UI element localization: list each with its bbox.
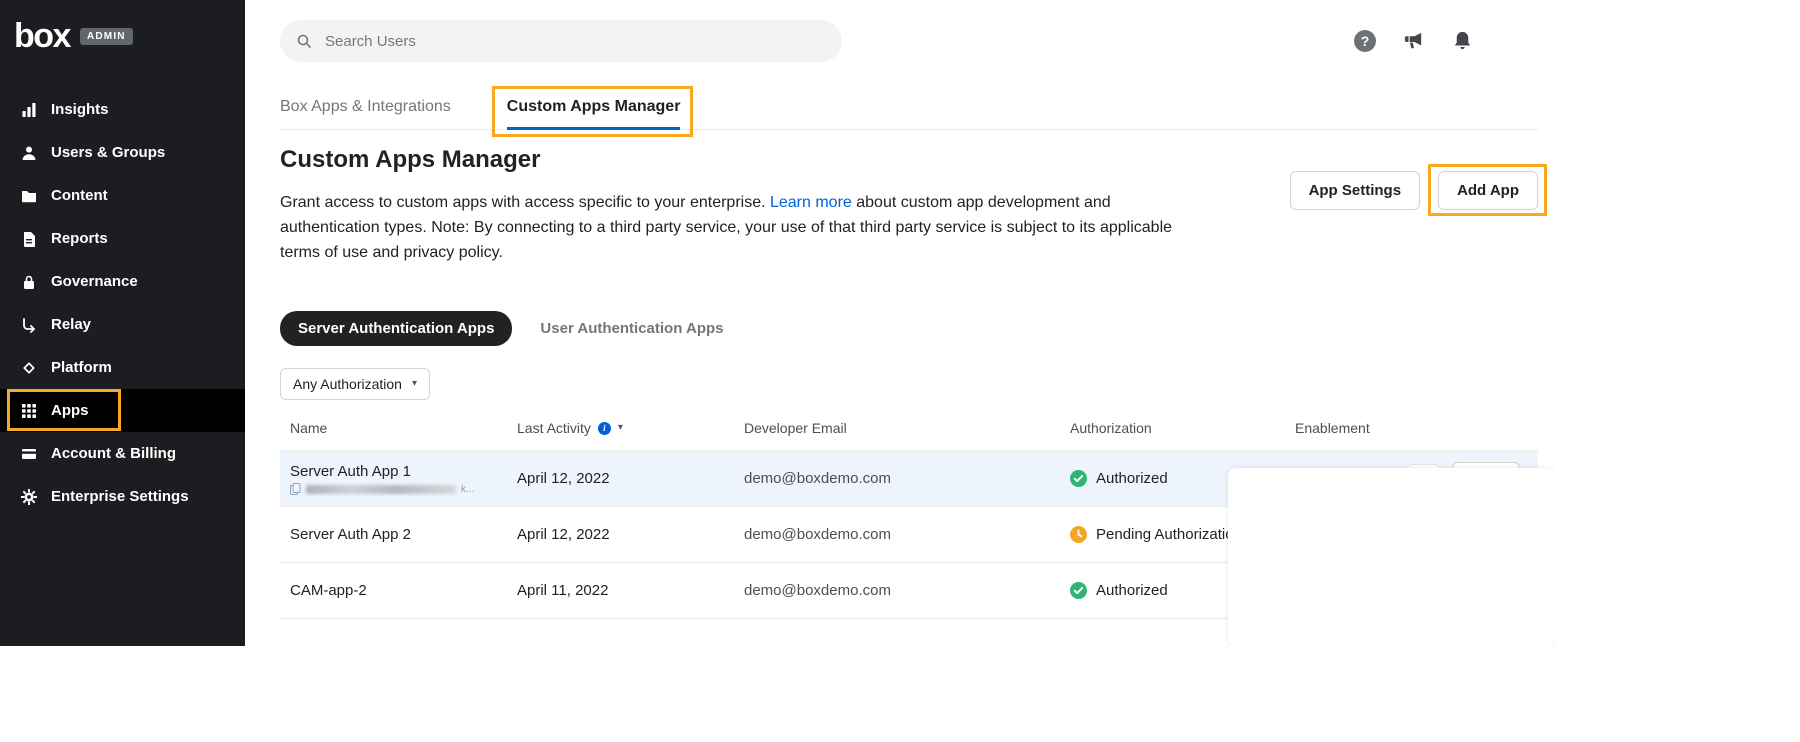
- authorization-label: Pending Authorization: [1096, 526, 1242, 543]
- app-name: Server Auth App 1: [290, 463, 507, 480]
- sidebar-item-platform[interactable]: Platform: [0, 346, 245, 389]
- logo-row: box ADMIN: [0, 0, 245, 68]
- bar-chart-icon: [20, 101, 37, 118]
- report-document-icon: [20, 230, 37, 247]
- sidebar-item-users-groups[interactable]: Users & Groups: [0, 131, 245, 174]
- sidebar-item-label: Content: [51, 187, 108, 204]
- search-input[interactable]: [323, 32, 826, 51]
- last-activity-cell: April 12, 2022: [507, 470, 734, 487]
- chevron-down-icon: ▾: [412, 379, 417, 389]
- last-activity-cell: April 12, 2022: [507, 526, 734, 543]
- platform-diamond-icon: [20, 359, 37, 376]
- description-text: Grant access to custom apps with access …: [280, 194, 770, 211]
- table-header-row: Name Last Activity i ▾ Developer Email A…: [280, 420, 1538, 451]
- sidebar-nav: Insights Users & Groups Content Reports: [0, 88, 245, 518]
- topbar-icons: ?: [1354, 30, 1474, 53]
- page-header: Custom Apps Manager Grant access to cust…: [280, 146, 1538, 281]
- sidebar-item-label: Enterprise Settings: [51, 488, 189, 505]
- help-icon[interactable]: ?: [1354, 30, 1376, 52]
- info-icon[interactable]: i: [598, 422, 611, 435]
- tab-label: Box Apps & Integrations: [280, 98, 451, 115]
- authorized-check-icon: [1070, 470, 1087, 487]
- sidebar-item-label: Apps: [51, 402, 89, 419]
- page-actions: App Settings Add App: [1290, 171, 1538, 281]
- column-header-name: Name: [280, 420, 507, 436]
- column-header-enablement: Enablement: [1285, 420, 1538, 436]
- redacted-client-id-tail: k...: [461, 484, 474, 495]
- app-name: CAM-app-2: [290, 582, 507, 599]
- search-icon: [296, 33, 312, 49]
- learn-more-link[interactable]: Learn more: [770, 194, 852, 211]
- gear-icon: [20, 488, 37, 505]
- sidebar-item-account-billing[interactable]: Account & Billing: [0, 432, 245, 475]
- topbar: ?: [280, 20, 1538, 62]
- app-name-cell: Server Auth App 1 k...: [280, 463, 507, 495]
- app-window: box ADMIN Insights Users & Groups C: [0, 0, 1554, 646]
- folder-icon: [20, 187, 37, 204]
- column-header-developer-email: Developer Email: [734, 420, 1060, 436]
- column-header-last-activity[interactable]: Last Activity i ▾: [507, 420, 734, 436]
- developer-email-cell: demo@boxdemo.com: [734, 526, 1060, 543]
- sidebar-item-content[interactable]: Content: [0, 174, 245, 217]
- authorization-label: Authorized: [1096, 470, 1168, 487]
- add-app-button[interactable]: Add App: [1438, 171, 1538, 210]
- sidebar-item-relay[interactable]: Relay: [0, 303, 245, 346]
- sidebar: box ADMIN Insights Users & Groups C: [0, 0, 245, 646]
- sidebar-item-label: Account & Billing: [51, 445, 176, 462]
- announcements-megaphone-icon[interactable]: [1402, 30, 1425, 53]
- box-logo: box: [14, 18, 70, 54]
- lock-icon: [20, 273, 37, 290]
- column-header-authorization: Authorization: [1060, 420, 1285, 436]
- authorization-filter-dropdown[interactable]: Any Authorization ▾: [280, 368, 430, 400]
- tab-server-authentication-apps[interactable]: Server Authentication Apps: [280, 311, 512, 346]
- admin-badge: ADMIN: [80, 28, 133, 45]
- app-name-cell: CAM-app-2: [280, 582, 507, 599]
- developer-email-cell: demo@boxdemo.com: [734, 582, 1060, 599]
- sidebar-item-label: Reports: [51, 230, 108, 247]
- white-redaction-overlay: [1228, 468, 1554, 646]
- client-id-redacted: k...: [290, 484, 507, 495]
- tab-user-authentication-apps[interactable]: User Authentication Apps: [540, 320, 723, 337]
- add-app-label: Add App: [1457, 182, 1519, 199]
- tab-custom-apps-manager[interactable]: Custom Apps Manager: [507, 98, 681, 129]
- app-settings-button[interactable]: App Settings: [1290, 171, 1421, 210]
- sidebar-item-label: Relay: [51, 316, 91, 333]
- auth-type-tabs: Server Authentication Apps User Authenti…: [280, 311, 1538, 346]
- tab-box-apps-integrations[interactable]: Box Apps & Integrations: [280, 98, 451, 129]
- app-name-cell: Server Auth App 2: [280, 526, 507, 543]
- sidebar-item-label: Users & Groups: [51, 144, 165, 161]
- sidebar-item-label: Platform: [51, 359, 112, 376]
- page-title: Custom Apps Manager: [280, 146, 1200, 174]
- column-header-label: Last Activity: [517, 420, 591, 436]
- credit-card-icon: [20, 445, 37, 462]
- dropdown-label: Any Authorization: [293, 376, 402, 392]
- app-name: Server Auth App 2: [290, 526, 507, 543]
- tab-label: Custom Apps Manager: [507, 98, 681, 115]
- page-description: Grant access to custom apps with access …: [280, 190, 1200, 265]
- last-activity-cell: April 11, 2022: [507, 582, 734, 599]
- authorization-label: Authorized: [1096, 582, 1168, 599]
- redacted-client-id-bar: [306, 485, 456, 494]
- sidebar-item-label: Insights: [51, 101, 109, 118]
- sidebar-item-label: Governance: [51, 273, 138, 290]
- relay-workflow-icon: [20, 316, 37, 333]
- sidebar-item-insights[interactable]: Insights: [0, 88, 245, 131]
- sidebar-item-reports[interactable]: Reports: [0, 217, 245, 260]
- developer-email-cell: demo@boxdemo.com: [734, 470, 1060, 487]
- pending-clock-icon: [1070, 526, 1087, 543]
- copy-icon: [290, 483, 301, 495]
- sort-chevron-down-icon: ▾: [618, 423, 623, 433]
- search-bar[interactable]: [280, 20, 842, 62]
- user-icon: [20, 144, 37, 161]
- sidebar-item-apps[interactable]: Apps: [0, 389, 245, 432]
- tab-bar: Box Apps & Integrations Custom Apps Mana…: [280, 98, 1538, 130]
- notifications-bell-icon[interactable]: [1451, 30, 1474, 53]
- authorized-check-icon: [1070, 582, 1087, 599]
- apps-grid-icon: [20, 402, 37, 419]
- sidebar-item-governance[interactable]: Governance: [0, 260, 245, 303]
- sidebar-item-enterprise-settings[interactable]: Enterprise Settings: [0, 475, 245, 518]
